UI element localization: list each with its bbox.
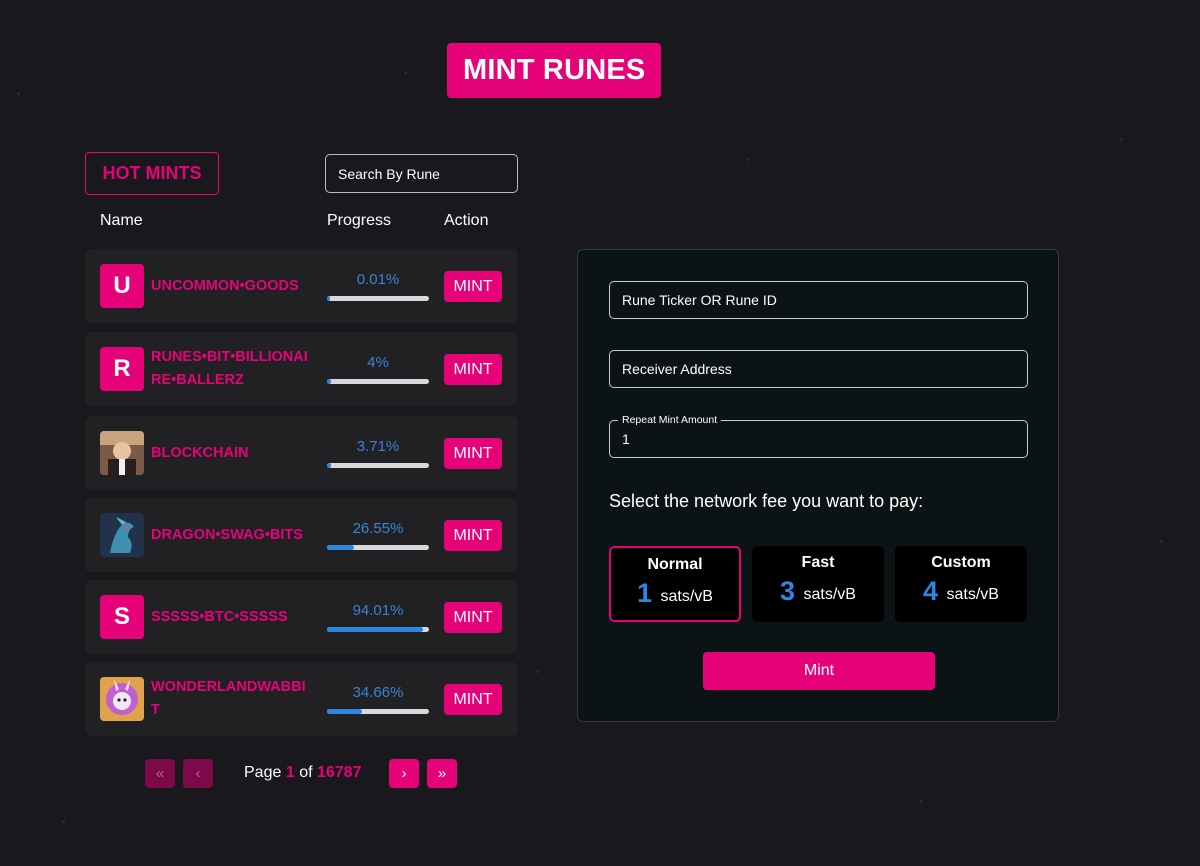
rabbit-image-icon xyxy=(100,677,144,721)
table-row: WONDERLANDWABBIT 34.66% MINT xyxy=(85,662,518,736)
fee-unit: sats/vB xyxy=(803,585,856,603)
rune-name: RUNES•BIT•BILLIONAIRE•BALLERZ xyxy=(151,349,308,388)
mint-button[interactable]: MINT xyxy=(444,520,502,551)
prev-page-button[interactable]: ‹ xyxy=(183,759,213,788)
rune-name: BLOCKCHAIN xyxy=(151,444,249,461)
progress-percent: 3.71% xyxy=(356,438,400,455)
table-row: S SSSSS•BTC•SSSSS 94.01% MINT xyxy=(85,580,518,654)
mint-form-panel: Repeat Mint Amount Select the network fe… xyxy=(577,249,1059,722)
mint-button[interactable]: MINT xyxy=(444,438,502,469)
progress-bar xyxy=(327,709,429,714)
page-title-wrap: MINT RUNES xyxy=(447,43,662,98)
rune-image-icon xyxy=(100,431,144,475)
table-row: R RUNES•BIT•BILLIONAIRE•BALLERZ 4% MINT xyxy=(85,332,518,406)
progress-fill xyxy=(327,463,331,468)
rune-name: DRAGON•SWAG•BITS xyxy=(151,526,303,543)
background-dot xyxy=(746,158,749,161)
progress-fill xyxy=(327,627,423,632)
fee-label: Normal xyxy=(647,556,703,573)
progress-fill xyxy=(327,379,332,384)
progress-fill xyxy=(327,296,330,301)
fee-option-custom[interactable]: Custom 4 sats/vB xyxy=(895,546,1027,622)
fee-option-fast[interactable]: Fast 3 sats/vB xyxy=(752,546,884,622)
progress-percent: 4% xyxy=(367,354,389,371)
fee-value: 4 xyxy=(923,576,939,606)
total-pages: 16787 xyxy=(316,764,362,781)
rune-name: SSSSS•BTC•SSSSS xyxy=(151,608,288,625)
search-input[interactable] xyxy=(325,154,518,193)
progress-bar xyxy=(327,627,429,632)
rune-name: UNCOMMON•GOODS xyxy=(151,277,299,294)
mint-button[interactable]: MINT xyxy=(444,271,502,302)
progress-percent: 94.01% xyxy=(352,602,404,619)
mint-submit-button[interactable]: Mint xyxy=(703,652,935,690)
table-row: U UNCOMMON•GOODS 0.01% MINT xyxy=(85,249,518,323)
progress-bar xyxy=(327,463,429,468)
mint-button[interactable]: MINT xyxy=(444,684,502,715)
progress-bar xyxy=(327,379,429,384)
last-page-button[interactable]: » xyxy=(427,759,457,788)
progress-fill xyxy=(327,709,363,714)
rune-avatar: U xyxy=(100,264,144,308)
receiver-address-input[interactable] xyxy=(609,350,1028,388)
current-page: 1 xyxy=(285,764,295,781)
of-word: of xyxy=(299,764,313,781)
background-dot xyxy=(404,71,407,74)
first-page-button[interactable]: « xyxy=(145,759,175,788)
column-header-progress: Progress xyxy=(327,212,392,229)
fee-label: Custom xyxy=(931,554,991,571)
page-indicator: Page 1 of 16787 xyxy=(244,764,361,782)
background-dot xyxy=(1120,138,1123,141)
background-dot xyxy=(1160,540,1163,543)
fee-unit: sats/vB xyxy=(946,585,999,603)
column-header-name: Name xyxy=(100,212,143,229)
rune-ticker-input[interactable] xyxy=(609,281,1028,319)
background-dot xyxy=(17,92,20,95)
page-word: Page xyxy=(244,764,282,781)
fee-option-normal[interactable]: Normal 1 sats/vB xyxy=(609,546,741,622)
rune-avatar: R xyxy=(100,347,144,391)
next-page-button[interactable]: › xyxy=(389,759,419,788)
hot-mints-label: HOT MINTS xyxy=(85,152,219,195)
fee-label: Fast xyxy=(801,554,835,571)
progress-percent: 34.66% xyxy=(352,684,404,701)
rune-avatar: S xyxy=(100,595,144,639)
mint-button[interactable]: MINT xyxy=(444,602,502,633)
background-dot xyxy=(62,820,65,823)
column-header-action: Action xyxy=(444,212,489,229)
progress-percent: 0.01% xyxy=(356,271,400,288)
background-dot xyxy=(920,800,923,803)
background-dot xyxy=(536,670,539,673)
table-row: BLOCKCHAIN 3.71% MINT xyxy=(85,416,518,490)
progress-bar xyxy=(327,545,429,550)
progress-percent: 26.55% xyxy=(352,520,404,537)
fee-prompt: Select the network fee you want to pay: xyxy=(609,491,924,511)
rune-name: WONDERLANDWABBIT xyxy=(151,679,306,718)
fee-value: 3 xyxy=(780,576,796,606)
fee-unit: sats/vB xyxy=(660,587,713,605)
progress-fill xyxy=(327,545,355,550)
repeat-mint-amount-label: Repeat Mint Amount xyxy=(618,414,722,426)
fee-value: 1 xyxy=(637,578,653,608)
dragon-image-icon xyxy=(100,513,144,557)
mint-button[interactable]: MINT xyxy=(444,354,502,385)
progress-bar xyxy=(327,296,429,301)
page-title: MINT RUNES xyxy=(447,43,662,98)
table-row: DRAGON•SWAG•BITS 26.55% MINT xyxy=(85,498,518,572)
